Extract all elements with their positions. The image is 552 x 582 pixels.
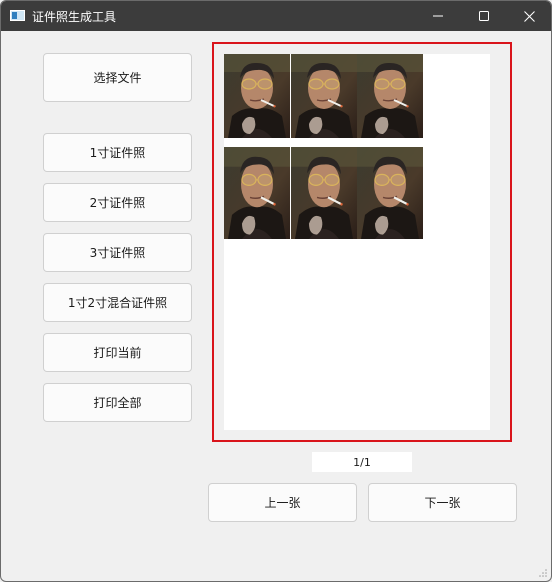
previous-label: 上一张	[264, 496, 301, 510]
two-inch-photo-label: 2寸证件照	[89, 196, 146, 210]
id-photo	[357, 147, 423, 239]
mixed-photo-button[interactable]: 1寸2寸混合证件照	[43, 283, 192, 322]
close-icon	[523, 10, 535, 22]
app-window: 证件照生成工具 选择文件 1寸证件照 2寸证件照 3寸证件照 1寸2寸混合证件照…	[0, 0, 552, 582]
print-all-button[interactable]: 打印全部	[43, 383, 192, 422]
one-inch-photo-button[interactable]: 1寸证件照	[43, 133, 192, 172]
print-current-label: 打印当前	[93, 346, 142, 360]
select-file-label: 选择文件	[93, 71, 142, 85]
minimize-icon	[433, 15, 443, 17]
id-photo	[291, 147, 357, 239]
app-window-icon	[10, 10, 25, 21]
print-all-label: 打印全部	[93, 396, 142, 410]
close-button[interactable]	[506, 1, 551, 31]
two-inch-photo-button[interactable]: 2寸证件照	[43, 183, 192, 222]
title-bar[interactable]: 证件照生成工具	[1, 1, 551, 31]
maximize-button[interactable]	[461, 1, 507, 31]
id-photo	[291, 54, 357, 138]
select-file-button[interactable]: 选择文件	[43, 53, 192, 102]
next-button[interactable]: 下一张	[368, 483, 517, 522]
window-title: 证件照生成工具	[32, 10, 117, 24]
minimize-button[interactable]	[415, 1, 461, 31]
id-photo	[357, 54, 423, 138]
one-inch-photo-label: 1寸证件照	[89, 146, 146, 160]
page-indicator: 1/1	[312, 452, 412, 472]
mixed-photo-label: 1寸2寸混合证件照	[67, 296, 168, 310]
id-photo	[224, 147, 290, 239]
resize-grip-icon[interactable]	[538, 568, 548, 578]
preview-frame	[212, 42, 512, 442]
previous-button[interactable]: 上一张	[208, 483, 357, 522]
three-inch-photo-button[interactable]: 3寸证件照	[43, 233, 192, 272]
next-label: 下一张	[424, 496, 461, 510]
id-photo	[224, 54, 290, 138]
print-current-button[interactable]: 打印当前	[43, 333, 192, 372]
maximize-icon	[479, 11, 489, 21]
print-page	[224, 54, 490, 430]
three-inch-photo-label: 3寸证件照	[89, 246, 146, 260]
